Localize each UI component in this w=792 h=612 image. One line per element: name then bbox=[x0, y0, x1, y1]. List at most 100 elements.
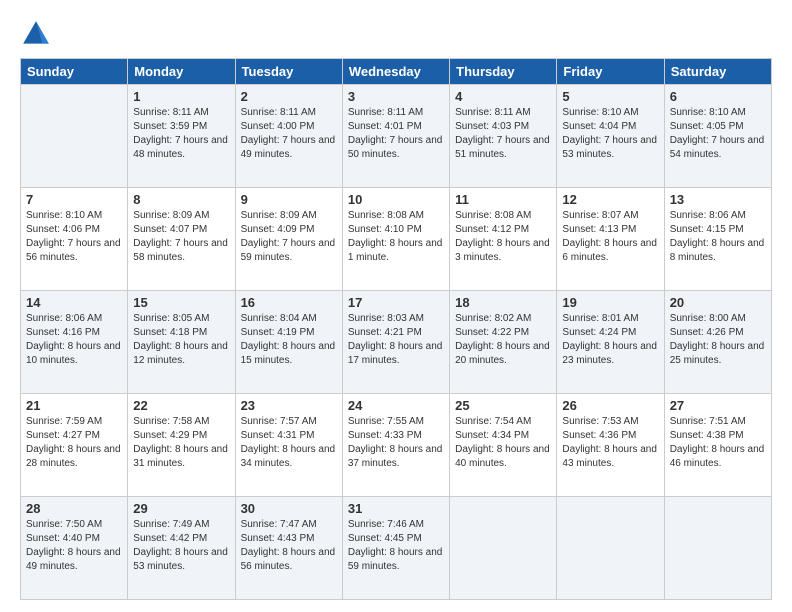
day-number: 4 bbox=[455, 89, 551, 104]
day-number: 15 bbox=[133, 295, 229, 310]
day-cell: 21Sunrise: 7:59 AMSunset: 4:27 PMDayligh… bbox=[21, 394, 128, 497]
day-number: 13 bbox=[670, 192, 766, 207]
day-info: Sunrise: 7:54 AMSunset: 4:34 PMDaylight:… bbox=[455, 415, 551, 471]
day-info: Sunrise: 7:50 AMSunset: 4:40 PMDaylight:… bbox=[26, 518, 122, 574]
day-info: Sunrise: 7:51 AMSunset: 4:38 PMDaylight:… bbox=[670, 415, 766, 471]
day-info: Sunrise: 7:46 AMSunset: 4:45 PMDaylight:… bbox=[348, 518, 444, 574]
day-cell: 8 Sunrise: 8:09 AMSunset: 4:07 PMDaylight… bbox=[128, 188, 235, 291]
day-number: 7 bbox=[26, 192, 122, 207]
header-row: SundayMondayTuesdayWednesdayThursdayFrid… bbox=[21, 59, 772, 85]
day-info: Sunrise: 8:11 AMSunset: 4:01 PMDaylight:… bbox=[348, 106, 444, 162]
header-cell-monday: Monday bbox=[128, 59, 235, 85]
day-number: 17 bbox=[348, 295, 444, 310]
day-cell: 24 Sunrise: 7:55 AMSunset: 4:33 PMDayligh… bbox=[342, 394, 449, 497]
day-number: 11 bbox=[455, 192, 551, 207]
day-cell: 2Sunrise: 8:11 AMSunset: 4:00 PMDaylight… bbox=[235, 85, 342, 188]
day-info: Sunrise: 7:58 AMSunset: 4:29 PMDaylight:… bbox=[133, 415, 229, 471]
day-info: Sunrise: 7:47 AMSunset: 4:43 PMDaylight:… bbox=[241, 518, 337, 574]
day-cell: 27 Sunrise: 7:51 AMSunset: 4:38 PMDayligh… bbox=[664, 394, 771, 497]
header-cell-tuesday: Tuesday bbox=[235, 59, 342, 85]
day-info: Sunrise: 8:09 AMSunset: 4:07 PMDaylight:… bbox=[133, 209, 229, 265]
day-info: Sunrise: 7:57 AMSunset: 4:31 PMDaylight:… bbox=[241, 415, 337, 471]
day-cell: 20 Sunrise: 8:00 AMSunset: 4:26 PMDayligh… bbox=[664, 291, 771, 394]
day-cell: 19Sunrise: 8:01 AMSunset: 4:24 PMDayligh… bbox=[557, 291, 664, 394]
day-cell: 15 Sunrise: 8:05 AMSunset: 4:18 PMDayligh… bbox=[128, 291, 235, 394]
day-cell: 12 Sunrise: 8:07 AMSunset: 4:13 PMDayligh… bbox=[557, 188, 664, 291]
day-number: 20 bbox=[670, 295, 766, 310]
day-number: 10 bbox=[348, 192, 444, 207]
header-cell-thursday: Thursday bbox=[450, 59, 557, 85]
day-number: 22 bbox=[133, 398, 229, 413]
header-cell-saturday: Saturday bbox=[664, 59, 771, 85]
day-info: Sunrise: 8:11 AMSunset: 4:00 PMDaylight:… bbox=[241, 106, 337, 162]
day-number: 8 bbox=[133, 192, 229, 207]
header bbox=[20, 18, 772, 50]
day-cell: 17Sunrise: 8:03 AMSunset: 4:21 PMDayligh… bbox=[342, 291, 449, 394]
day-info: Sunrise: 8:05 AMSunset: 4:18 PMDaylight:… bbox=[133, 312, 229, 368]
page: SundayMondayTuesdayWednesdayThursdayFrid… bbox=[0, 0, 792, 612]
day-cell: 16 Sunrise: 8:04 AMSunset: 4:19 PMDayligh… bbox=[235, 291, 342, 394]
day-cell: 25 Sunrise: 7:54 AMSunset: 4:34 PMDayligh… bbox=[450, 394, 557, 497]
day-cell bbox=[557, 497, 664, 600]
day-info: Sunrise: 8:10 AMSunset: 4:05 PMDaylight:… bbox=[670, 106, 766, 162]
day-cell: 4 Sunrise: 8:11 AMSunset: 4:03 PMDaylight… bbox=[450, 85, 557, 188]
day-number: 28 bbox=[26, 501, 122, 516]
day-info: Sunrise: 8:06 AMSunset: 4:15 PMDaylight:… bbox=[670, 209, 766, 265]
week-row-1: 7 Sunrise: 8:10 AMSunset: 4:06 PMDaylight… bbox=[21, 188, 772, 291]
day-cell: 29 Sunrise: 7:49 AMSunset: 4:42 PMDayligh… bbox=[128, 497, 235, 600]
day-number: 12 bbox=[562, 192, 658, 207]
day-number: 6 bbox=[670, 89, 766, 104]
day-info: Sunrise: 7:49 AMSunset: 4:42 PMDaylight:… bbox=[133, 518, 229, 574]
day-number: 27 bbox=[670, 398, 766, 413]
day-cell: 13 Sunrise: 8:06 AMSunset: 4:15 PMDayligh… bbox=[664, 188, 771, 291]
day-cell: 18Sunrise: 8:02 AMSunset: 4:22 PMDayligh… bbox=[450, 291, 557, 394]
day-info: Sunrise: 8:11 AMSunset: 4:03 PMDaylight:… bbox=[455, 106, 551, 162]
week-row-3: 21Sunrise: 7:59 AMSunset: 4:27 PMDayligh… bbox=[21, 394, 772, 497]
week-row-2: 14 Sunrise: 8:06 AMSunset: 4:16 PMDayligh… bbox=[21, 291, 772, 394]
day-cell: 10 Sunrise: 8:08 AMSunset: 4:10 PMDayligh… bbox=[342, 188, 449, 291]
day-number: 14 bbox=[26, 295, 122, 310]
day-number: 1 bbox=[133, 89, 229, 104]
day-cell: 11 Sunrise: 8:08 AMSunset: 4:12 PMDayligh… bbox=[450, 188, 557, 291]
day-info: Sunrise: 8:08 AMSunset: 4:12 PMDaylight:… bbox=[455, 209, 551, 265]
day-info: Sunrise: 7:59 AMSunset: 4:27 PMDaylight:… bbox=[26, 415, 122, 471]
day-cell: 31 Sunrise: 7:46 AMSunset: 4:45 PMDayligh… bbox=[342, 497, 449, 600]
day-number: 29 bbox=[133, 501, 229, 516]
day-number: 5 bbox=[562, 89, 658, 104]
day-number: 24 bbox=[348, 398, 444, 413]
day-cell bbox=[450, 497, 557, 600]
day-number: 25 bbox=[455, 398, 551, 413]
day-cell: 1Sunrise: 8:11 AMSunset: 3:59 PMDaylight… bbox=[128, 85, 235, 188]
header-cell-friday: Friday bbox=[557, 59, 664, 85]
day-info: Sunrise: 8:00 AMSunset: 4:26 PMDaylight:… bbox=[670, 312, 766, 368]
day-info: Sunrise: 8:04 AMSunset: 4:19 PMDaylight:… bbox=[241, 312, 337, 368]
day-number: 16 bbox=[241, 295, 337, 310]
day-number: 18 bbox=[455, 295, 551, 310]
day-cell bbox=[664, 497, 771, 600]
day-info: Sunrise: 8:08 AMSunset: 4:10 PMDaylight:… bbox=[348, 209, 444, 265]
day-cell: 30 Sunrise: 7:47 AMSunset: 4:43 PMDayligh… bbox=[235, 497, 342, 600]
day-cell: 26Sunrise: 7:53 AMSunset: 4:36 PMDayligh… bbox=[557, 394, 664, 497]
week-row-4: 28 Sunrise: 7:50 AMSunset: 4:40 PMDayligh… bbox=[21, 497, 772, 600]
day-number: 19 bbox=[562, 295, 658, 310]
calendar-table: SundayMondayTuesdayWednesdayThursdayFrid… bbox=[20, 58, 772, 600]
day-cell: 3 Sunrise: 8:11 AMSunset: 4:01 PMDaylight… bbox=[342, 85, 449, 188]
day-number: 9 bbox=[241, 192, 337, 207]
header-cell-sunday: Sunday bbox=[21, 59, 128, 85]
day-cell: 23 Sunrise: 7:57 AMSunset: 4:31 PMDayligh… bbox=[235, 394, 342, 497]
day-cell: 22 Sunrise: 7:58 AMSunset: 4:29 PMDayligh… bbox=[128, 394, 235, 497]
day-info: Sunrise: 7:55 AMSunset: 4:33 PMDaylight:… bbox=[348, 415, 444, 471]
day-number: 30 bbox=[241, 501, 337, 516]
day-number: 31 bbox=[348, 501, 444, 516]
day-cell bbox=[21, 85, 128, 188]
day-info: Sunrise: 8:10 AMSunset: 4:06 PMDaylight:… bbox=[26, 209, 122, 265]
day-number: 3 bbox=[348, 89, 444, 104]
day-number: 23 bbox=[241, 398, 337, 413]
logo bbox=[20, 18, 56, 50]
day-cell: 5 Sunrise: 8:10 AMSunset: 4:04 PMDaylight… bbox=[557, 85, 664, 188]
day-info: Sunrise: 8:07 AMSunset: 4:13 PMDaylight:… bbox=[562, 209, 658, 265]
day-cell: 7 Sunrise: 8:10 AMSunset: 4:06 PMDaylight… bbox=[21, 188, 128, 291]
day-info: Sunrise: 8:06 AMSunset: 4:16 PMDaylight:… bbox=[26, 312, 122, 368]
day-info: Sunrise: 8:10 AMSunset: 4:04 PMDaylight:… bbox=[562, 106, 658, 162]
day-cell: 9Sunrise: 8:09 AMSunset: 4:09 PMDaylight… bbox=[235, 188, 342, 291]
